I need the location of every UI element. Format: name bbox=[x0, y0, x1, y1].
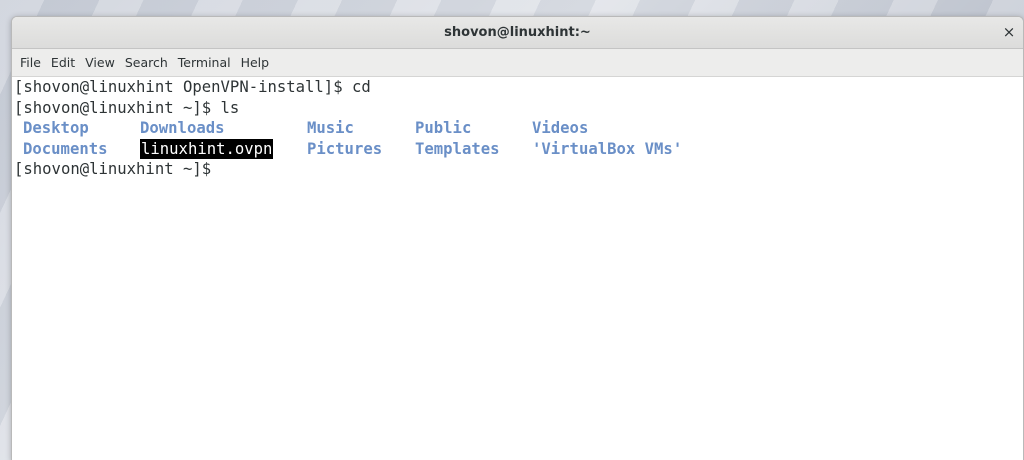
ls-entry-downloads: Downloads bbox=[140, 119, 225, 137]
ls-entry-public: Public bbox=[415, 119, 472, 137]
terminal-output[interactable]: [shovon@linuxhint OpenVPN-install]$ cd [… bbox=[12, 77, 1023, 460]
ls-output-row-1: Desktop Downloads Music Public Videos bbox=[14, 118, 1023, 139]
ls-entry-music: Music bbox=[307, 119, 354, 137]
menu-bar: File Edit View Search Terminal Help bbox=[12, 49, 1023, 77]
close-icon[interactable]: × bbox=[999, 22, 1019, 42]
menu-edit[interactable]: Edit bbox=[46, 55, 80, 70]
ls-file-cell: linuxhint.ovpn bbox=[140, 138, 307, 159]
ls-entry-videos: Videos bbox=[532, 119, 589, 137]
ls-entry-desktop: Desktop bbox=[23, 119, 89, 137]
ls-entry-documents: Documents bbox=[23, 139, 108, 158]
terminal-line-ls: [shovon@linuxhint ~]$ ls bbox=[14, 98, 240, 117]
ls-entry-pictures: Pictures bbox=[307, 139, 383, 158]
window-title: shovon@linuxhint:~ bbox=[444, 25, 591, 40]
terminal-window: shovon@linuxhint:~ × File Edit View Sear… bbox=[11, 16, 1024, 460]
terminal-prompt: [shovon@linuxhint ~]$ bbox=[14, 160, 212, 178]
menu-view[interactable]: View bbox=[80, 55, 120, 70]
ls-entry-linuxhint-ovpn[interactable]: linuxhint.ovpn bbox=[140, 138, 274, 159]
title-bar[interactable]: shovon@linuxhint:~ × bbox=[12, 17, 1023, 49]
terminal-line-cd: [shovon@linuxhint OpenVPN-install]$ cd bbox=[14, 78, 371, 96]
ls-output-row-2: Documents linuxhint.ovpn Pictures Templa… bbox=[14, 138, 1023, 159]
menu-terminal[interactable]: Terminal bbox=[173, 55, 236, 70]
ls-entry-virtualbox-vms: 'VirtualBox VMs' bbox=[532, 139, 683, 158]
menu-file[interactable]: File bbox=[15, 55, 46, 70]
menu-search[interactable]: Search bbox=[120, 55, 173, 70]
menu-help[interactable]: Help bbox=[236, 55, 275, 70]
ls-entry-templates: Templates bbox=[415, 139, 500, 158]
